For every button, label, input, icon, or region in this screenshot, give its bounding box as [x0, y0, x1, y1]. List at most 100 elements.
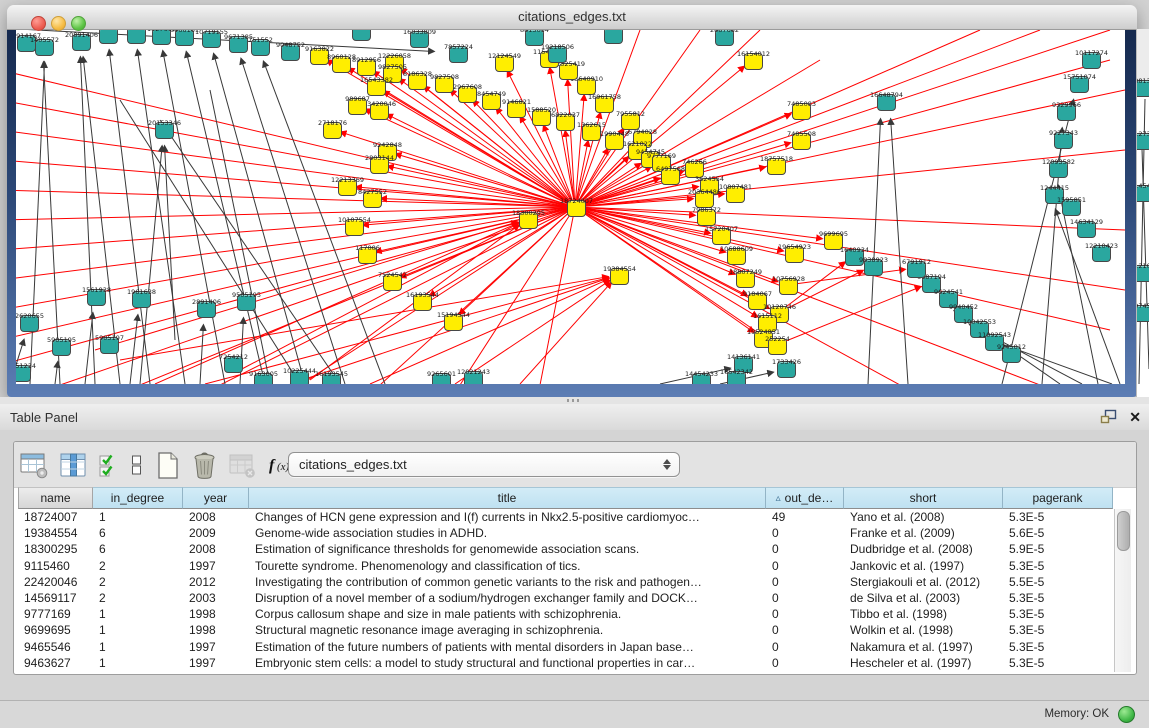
graph-node[interactable]: 2803144	[370, 157, 389, 174]
splitter-handle-icon[interactable]	[567, 399, 581, 402]
graph-node[interactable]: 16648794	[877, 94, 896, 111]
graph-node[interactable]: 10117274	[1082, 52, 1101, 69]
graph-node[interactable]: 10756928	[779, 278, 798, 295]
column-header-short[interactable]: short	[844, 487, 1003, 509]
graph-node[interactable]: 6791912	[907, 261, 926, 278]
graph-node[interactable]: 1595851	[1062, 199, 1081, 216]
graph-node[interactable]: 14454233	[692, 373, 711, 384]
graph-node[interactable]: 10107554	[345, 219, 364, 236]
graph-node[interactable]: 751552	[251, 39, 270, 56]
column-header-name[interactable]: name	[18, 487, 93, 509]
graph-node[interactable]: 2718176	[323, 122, 342, 139]
graph-node[interactable]: 9329966	[1057, 104, 1076, 121]
graph-node[interactable]: 9265601	[432, 373, 451, 384]
table-row[interactable]: 946554611997Estimation of the future num…	[18, 639, 1113, 655]
graph-node[interactable]: 9184067	[748, 293, 767, 310]
graph-node[interactable]: 16033809	[410, 31, 429, 48]
table-row[interactable]: 977716911998Corpus callosum shape and si…	[18, 606, 1113, 622]
delete-trash-icon[interactable]	[191, 451, 218, 480]
graph-node[interactable]: 16543382	[367, 79, 386, 96]
graph-node[interactable]: 1640934	[845, 249, 864, 266]
window-titlebar[interactable]: citations_edges.txt	[7, 5, 1137, 30]
graph-node[interactable]: 15194544	[444, 314, 463, 331]
graph-node[interactable]: 12213369	[338, 179, 357, 196]
graph-node[interactable]: 9162936	[352, 29, 371, 41]
new-table-icon[interactable]	[155, 451, 180, 480]
graph-node[interactable]: 12093582	[1049, 161, 1068, 178]
graph-node[interactable]: 746266	[685, 161, 704, 178]
column-header-year[interactable]: year	[183, 487, 249, 509]
table-row[interactable]: 2242004622012Investigating the contribut…	[18, 574, 1113, 590]
graph-node[interactable]: 1733426	[777, 361, 796, 378]
graph-node[interactable]: 9838923	[864, 259, 883, 276]
graph-node[interactable]: 9827508	[435, 76, 454, 93]
graph-node[interactable]: 8912956	[357, 59, 376, 76]
graph-node[interactable]: 16193544	[413, 294, 432, 311]
graph-node[interactable]: 19218506	[548, 46, 567, 63]
graph-node[interactable]: 20891406	[72, 34, 91, 51]
graph-node[interactable]: 5905197	[100, 337, 119, 354]
graph-node[interactable]: 16542342	[727, 371, 746, 384]
graph-node[interactable]: 1273	[1136, 133, 1149, 150]
select-checks-icon[interactable]	[98, 452, 119, 479]
table-selector[interactable]: citations_edges.txt	[288, 452, 680, 477]
graph-node[interactable]: 1961638	[132, 291, 151, 308]
graph-node[interactable]: 1914167	[17, 35, 36, 52]
column-header-out_degree[interactable]: ▵out_de…	[766, 487, 844, 509]
graph-node[interactable]: 117006	[358, 247, 377, 264]
graph-node[interactable]: 9048752	[281, 44, 300, 61]
graph-node[interactable]: 2891406	[197, 301, 216, 318]
graph-node[interactable]: 1454	[1136, 185, 1149, 202]
graph-node[interactable]: 1990448	[605, 133, 624, 150]
table-row[interactable]: 1938455462009Genome-wide association stu…	[18, 525, 1113, 541]
graph-node[interactable]: 1527602	[152, 29, 171, 45]
panel-splitter[interactable]	[0, 397, 1149, 404]
graph-node[interactable]: 1615112	[758, 315, 777, 332]
graph-node[interactable]: 14634129	[1077, 221, 1096, 238]
graph-node[interactable]: 7254212	[224, 356, 243, 373]
row-select-icon[interactable]	[130, 452, 144, 478]
graph-node[interactable]: 9940452	[954, 306, 973, 323]
graph-node[interactable]: 8619309	[604, 29, 623, 44]
column-header-in_degree[interactable]: in_degree	[93, 487, 183, 509]
graph-node[interactable]: 9163822	[310, 48, 329, 65]
graph-node[interactable]: 9745	[1136, 305, 1149, 322]
graph-node[interactable]: 15751074	[1070, 76, 1089, 93]
graph-node[interactable]: 8813	[1136, 80, 1149, 97]
scrollbar-thumb[interactable]	[1117, 511, 1130, 551]
graph-node[interactable]: 1588520	[532, 109, 551, 126]
graph-node[interactable]: 18807249	[736, 271, 755, 288]
graph-node[interactable]: 8851234	[16, 365, 31, 382]
table-settings-icon[interactable]	[20, 452, 49, 479]
graph-node[interactable]: 8427552	[363, 191, 382, 208]
graph-node[interactable]: 19384554	[610, 268, 629, 285]
graph-node[interactable]: 1362615	[582, 124, 601, 141]
graph-node[interactable]: 1561938	[87, 289, 106, 306]
graph-node[interactable]: 6822037	[556, 114, 575, 131]
graph-node[interactable]: 20364486	[695, 191, 714, 208]
graph-node[interactable]: 10653287	[127, 29, 146, 44]
graph-node[interactable]: 16640847	[99, 29, 118, 44]
graph-node[interactable]: 2967608	[458, 86, 477, 103]
graph-node[interactable]: 9671385	[229, 36, 248, 53]
graph-node[interactable]: 6687194	[922, 276, 941, 293]
graph-node[interactable]: 7955812	[621, 113, 640, 130]
graph-node[interactable]: 8813054	[525, 29, 544, 46]
graph-node[interactable]: 9699695	[824, 233, 843, 250]
graph-node[interactable]: 7524542	[383, 274, 402, 291]
graph-node[interactable]: 10719155	[202, 31, 221, 48]
graph-node[interactable]: 989687	[348, 98, 367, 115]
graph-node[interactable]: 7485508	[792, 133, 811, 150]
graph-node[interactable]: 5905195	[52, 339, 71, 356]
close-panel-icon[interactable]: ✕	[1129, 410, 1141, 424]
graph-node[interactable]: 12124549	[495, 55, 514, 72]
table-row[interactable]: 969969511998Structural magnetic resonanc…	[18, 622, 1113, 638]
graph-node[interactable]: 10225444	[290, 370, 309, 384]
graph-node[interactable]: 12210423	[1092, 245, 1111, 262]
graph-node[interactable]: 2620655	[20, 315, 39, 332]
table-row[interactable]: 946362711997Embryonic stem cells: a mode…	[18, 655, 1113, 671]
graph-node[interactable]: 8186328	[408, 73, 427, 90]
graph-node[interactable]: 7857224	[449, 46, 468, 63]
graph-node[interactable]: 9146821	[507, 101, 526, 118]
graph-node[interactable]: 1210	[1136, 265, 1149, 282]
